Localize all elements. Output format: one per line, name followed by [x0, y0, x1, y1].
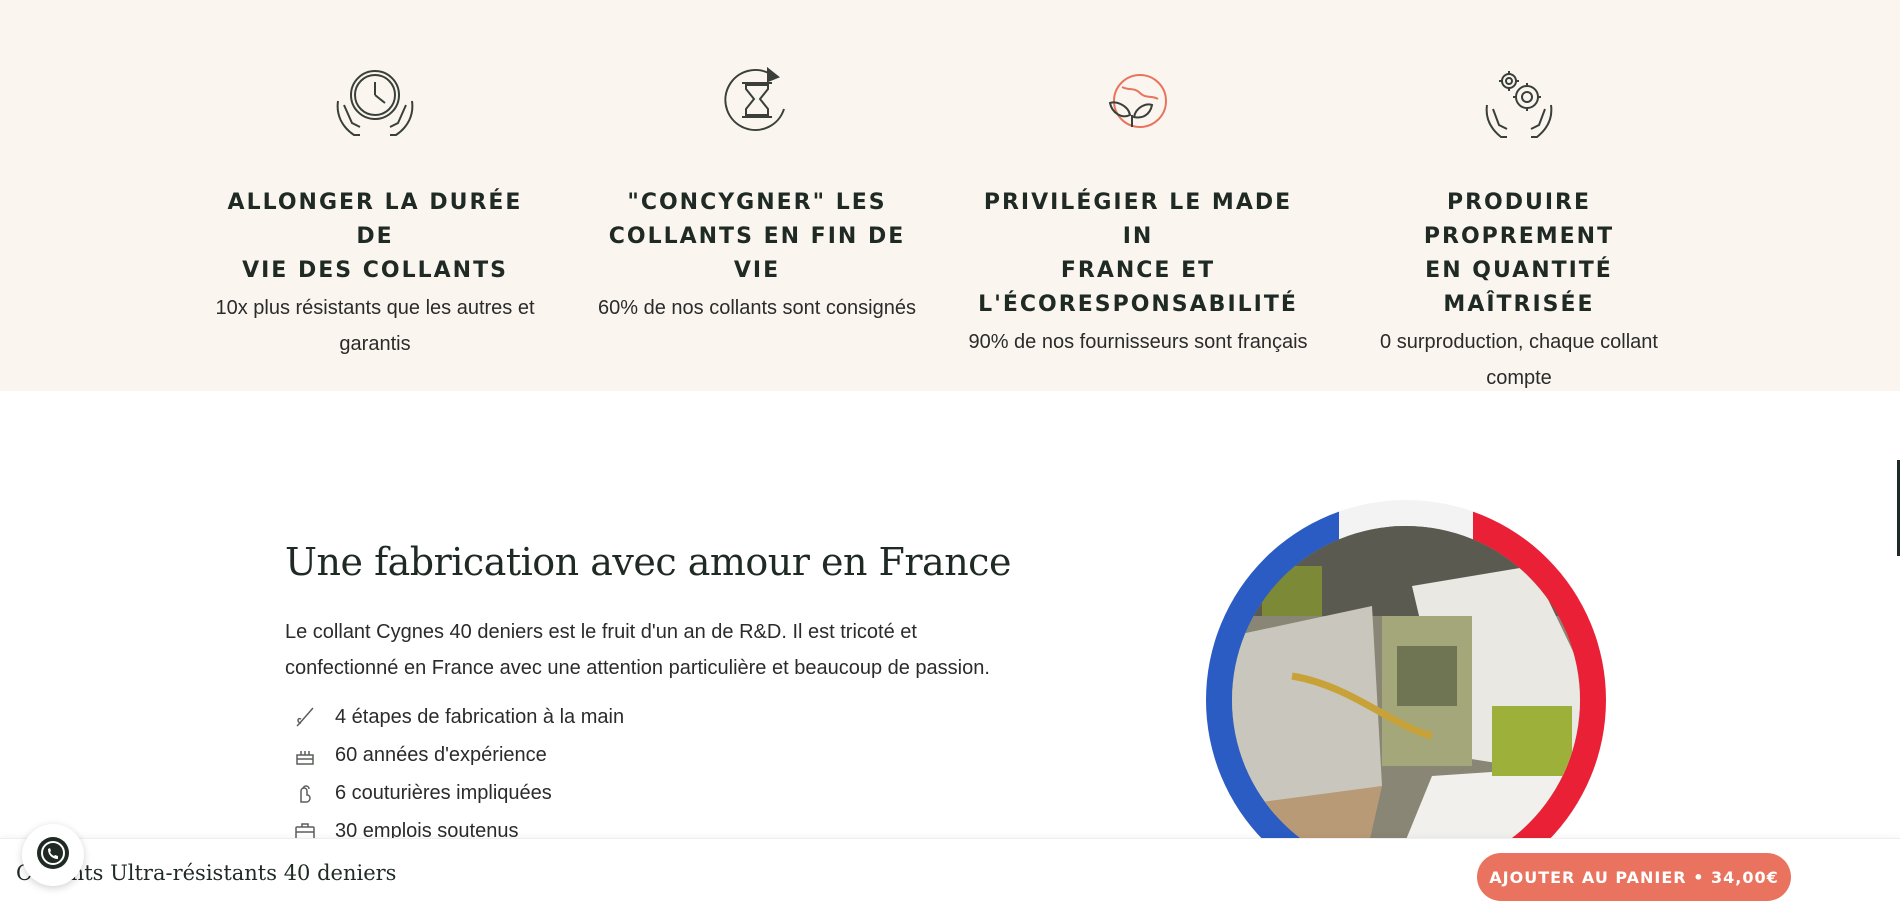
whatsapp-icon	[35, 835, 71, 876]
value-desc: 10x plus résistants que les autres et ga…	[215, 297, 535, 355]
value-title-line: FRANCE ET	[1060, 258, 1216, 283]
value-title-line: "CONCYGNER" LES	[627, 190, 887, 215]
list-item: 4 étapes de fabrication à la main	[290, 698, 624, 736]
sticky-cart-bar: Collants Ultra-résistants 40 deniers AJO…	[0, 838, 1900, 911]
value-column: PRODUIRE PROPREMENT EN QUANTITÉ MAÎTRISÉ…	[1349, 60, 1689, 396]
value-column: PRIVILÉGIER LE MADE IN FRANCE ET L'ÉCORE…	[968, 60, 1308, 360]
feature-label: 4 étapes de fabrication à la main	[335, 705, 625, 728]
value-desc: 0 surproduction, chaque collant compte	[1380, 331, 1658, 389]
value-title-line: PRIVILÉGIER LE MADE IN	[983, 190, 1293, 249]
needle-icon	[290, 702, 320, 732]
values-section: ALLONGER LA DURÉE DE VIE DES COLLANTS 10…	[0, 0, 1900, 391]
hourglass-cycle-icon	[587, 60, 927, 146]
value-column: ALLONGER LA DURÉE DE VIE DES COLLANTS 10…	[205, 60, 545, 362]
hand-icon	[290, 778, 320, 808]
value-title-line: L'ÉCORESPONSABILITÉ	[978, 292, 1298, 317]
feature-label: 60 années d'expérience	[335, 743, 547, 766]
value-title-line: EN QUANTITÉ MAÎTRISÉE	[1425, 258, 1613, 317]
globe-leaf-icon	[968, 60, 1308, 146]
cake-icon	[290, 740, 320, 770]
value-column: "CONCYGNER" LES COLLANTS EN FIN DE VIE 6…	[587, 60, 927, 326]
clock-hands-icon	[205, 60, 545, 146]
add-to-cart-button[interactable]: AJOUTER AU PANIER • 34,00€	[1477, 853, 1791, 901]
value-title-line: ALLONGER LA DURÉE DE	[227, 190, 523, 249]
value-desc: 90% de nos fournisseurs sont français	[968, 331, 1308, 353]
value-desc: 60% de nos collants sont consignés	[598, 297, 916, 319]
list-item: 60 années d'expérience	[290, 736, 624, 774]
value-title-line: VIE DES COLLANTS	[242, 258, 508, 283]
feature-list: 4 étapes de fabrication à la main 60 ann…	[290, 698, 624, 850]
section-title: Une fabrication avec amour en France	[285, 540, 1011, 584]
sewing-machine-image	[1232, 526, 1580, 874]
list-item: 6 couturières impliquées	[290, 774, 624, 812]
whatsapp-chat-button[interactable]	[22, 824, 84, 886]
gears-hands-icon	[1349, 60, 1689, 146]
value-title-line: COLLANTS EN FIN DE VIE	[608, 224, 906, 283]
value-title-line: PRODUIRE PROPREMENT	[1423, 190, 1615, 249]
section-text: Le collant Cygnes 40 deniers est le frui…	[285, 621, 990, 679]
feature-label: 6 couturières impliquées	[335, 781, 552, 804]
